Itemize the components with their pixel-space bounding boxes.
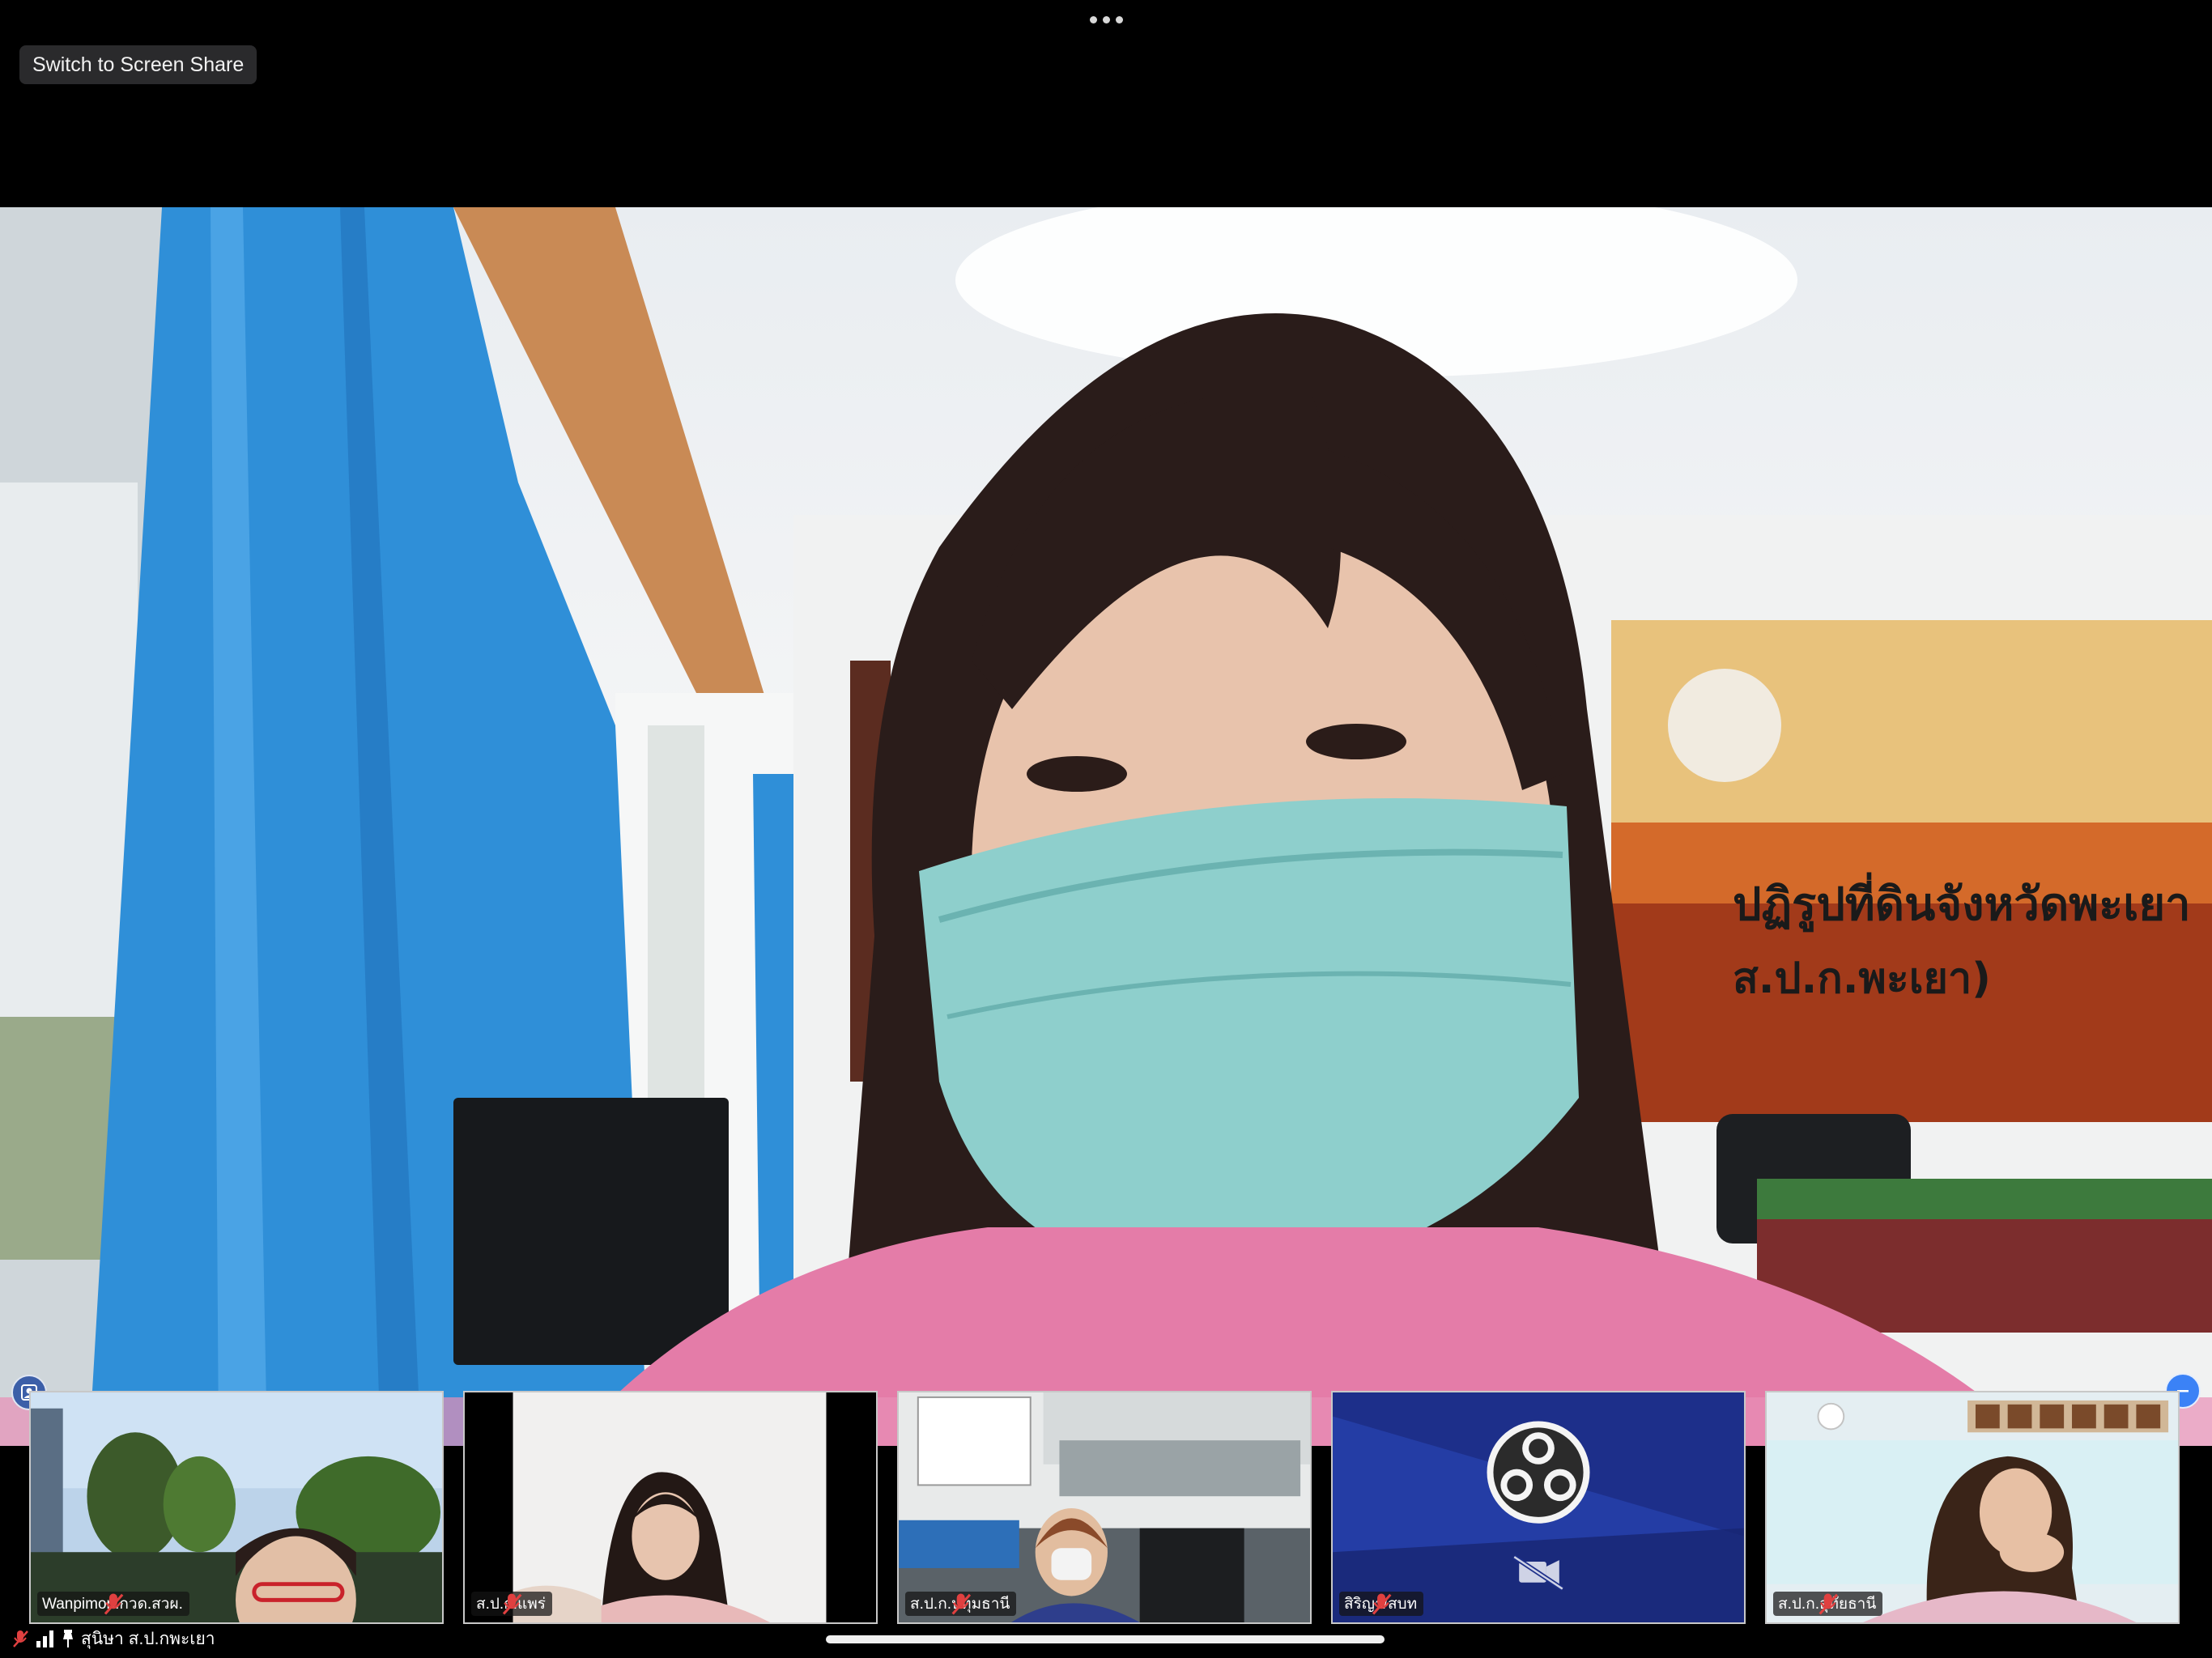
self-view-name: สุนิษา ส.ป.กพะเยา — [81, 1629, 215, 1648]
self-view-status: สุนิษา ส.ป.กพะเยา — [11, 1626, 215, 1652]
banner-text-line2: ส.ป.ก.พะเยา) — [1733, 954, 1991, 1003]
signal-icon — [36, 1630, 53, 1647]
more-horizontal-icon[interactable] — [1087, 11, 1125, 28]
participant-label-4: สิริญา/สบท — [1339, 1592, 1424, 1616]
participant-tile-2[interactable]: ส.ป.ก.แพร่ — [463, 1391, 878, 1624]
participant-video-1 — [31, 1392, 442, 1622]
home-indicator[interactable] — [826, 1635, 1385, 1643]
participant-label-1: Wanpimon.กวด.สวผ. — [37, 1592, 189, 1616]
participant-video-5 — [1767, 1392, 2178, 1622]
participant-tile-3[interactable]: ส.ป.ก.ปทุมธานี — [897, 1391, 1312, 1624]
active-speaker-video: ปฏิรูปที่ดินจังหวัดพะเยา ส.ป.ก.พะเยา) — [0, 207, 2212, 1446]
participant-label-5: ส.ป.ก.อุทัยธานี — [1773, 1592, 1883, 1616]
obs-logo-icon — [1487, 1421, 1590, 1524]
participant-tile-4[interactable]: สิริญา/สบท — [1331, 1391, 1746, 1624]
mic-muted-icon — [104, 1593, 124, 1615]
participant-tile-1[interactable]: Wanpimon.กวด.สวผ. — [29, 1391, 444, 1624]
mic-muted-icon — [1819, 1593, 1839, 1615]
meeting-screen: Switch to Screen Share ปฏิรูปที่ดินจังหว… — [0, 0, 2212, 1658]
banner-text-line1: ปฏิรูปที่ดินจังหวัดพะเยา — [1733, 872, 2191, 933]
participant-video-4 — [1333, 1392, 1744, 1622]
participant-label-2: ส.ป.ก.แพร่ — [471, 1592, 552, 1616]
mic-muted-icon — [502, 1593, 522, 1615]
participant-tile-5[interactable]: ส.ป.ก.อุทัยธานี — [1765, 1391, 2180, 1624]
pin-icon — [63, 1630, 73, 1647]
participant-label-3: ส.ป.ก.ปทุมธานี — [905, 1592, 1017, 1616]
participant-video-2 — [465, 1392, 876, 1622]
mic-muted-icon — [13, 1630, 28, 1647]
switch-to-screen-share-button[interactable]: Switch to Screen Share — [19, 45, 257, 84]
mic-muted-icon — [1372, 1593, 1392, 1615]
active-speaker-scene: ปฏิรูปที่ดินจังหวัดพะเยา ส.ป.ก.พะเยา) — [0, 207, 2212, 1446]
participant-video-3 — [899, 1392, 1310, 1622]
mic-muted-icon — [951, 1593, 972, 1615]
